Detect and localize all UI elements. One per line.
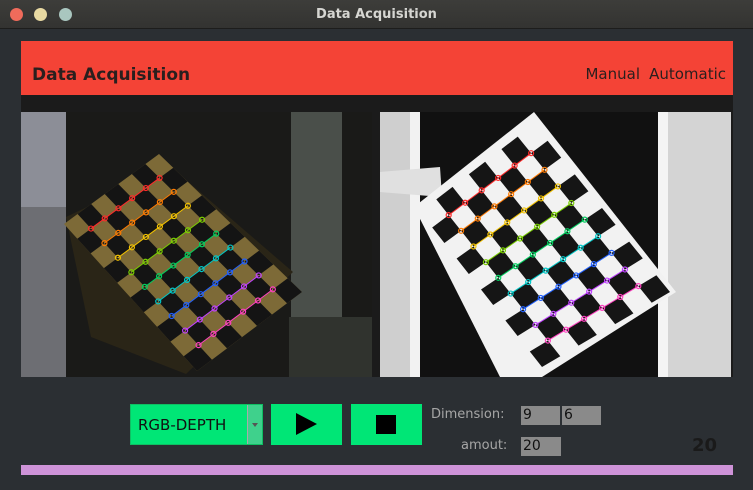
play-icon [296, 413, 317, 435]
dimension-label: Dimension: [431, 407, 505, 422]
stop-icon [376, 415, 396, 434]
app-body: Data Acquisition Manual Automatic RGB-DE… [0, 29, 753, 490]
depth-camera-feed [380, 112, 731, 377]
dimension-cols-field[interactable]: 9 [521, 406, 560, 425]
nav-automatic[interactable]: Automatic [649, 65, 726, 83]
chevron-down-icon[interactable] [247, 405, 262, 444]
amount-label: amout: [461, 438, 508, 453]
window-title: Data Acquisition [316, 7, 437, 22]
play-button[interactable] [271, 404, 342, 445]
amount-field[interactable]: 20 [521, 437, 561, 456]
captured-count: 20 [692, 435, 718, 456]
dimension-rows-field[interactable]: 6 [562, 406, 601, 425]
mode-select-value: RGB-DEPTH [138, 416, 227, 434]
control-bar: RGB-DEPTH Dimension: 9 6 amout: 20 20 [0, 377, 753, 467]
depth-view [380, 112, 731, 377]
nav-manual[interactable]: Manual [585, 65, 640, 83]
app-header: Data Acquisition Manual Automatic [21, 41, 733, 95]
progress-fill [21, 465, 733, 475]
window-titlebar: Data Acquisition [0, 0, 753, 29]
rgb-camera-feed [21, 112, 372, 377]
stop-button[interactable] [351, 404, 422, 445]
progress-bar [21, 465, 733, 475]
mode-select[interactable]: RGB-DEPTH [130, 404, 263, 445]
page-title: Data Acquisition [32, 65, 191, 85]
camera-viewer [21, 95, 733, 377]
rgb-view [21, 112, 372, 377]
